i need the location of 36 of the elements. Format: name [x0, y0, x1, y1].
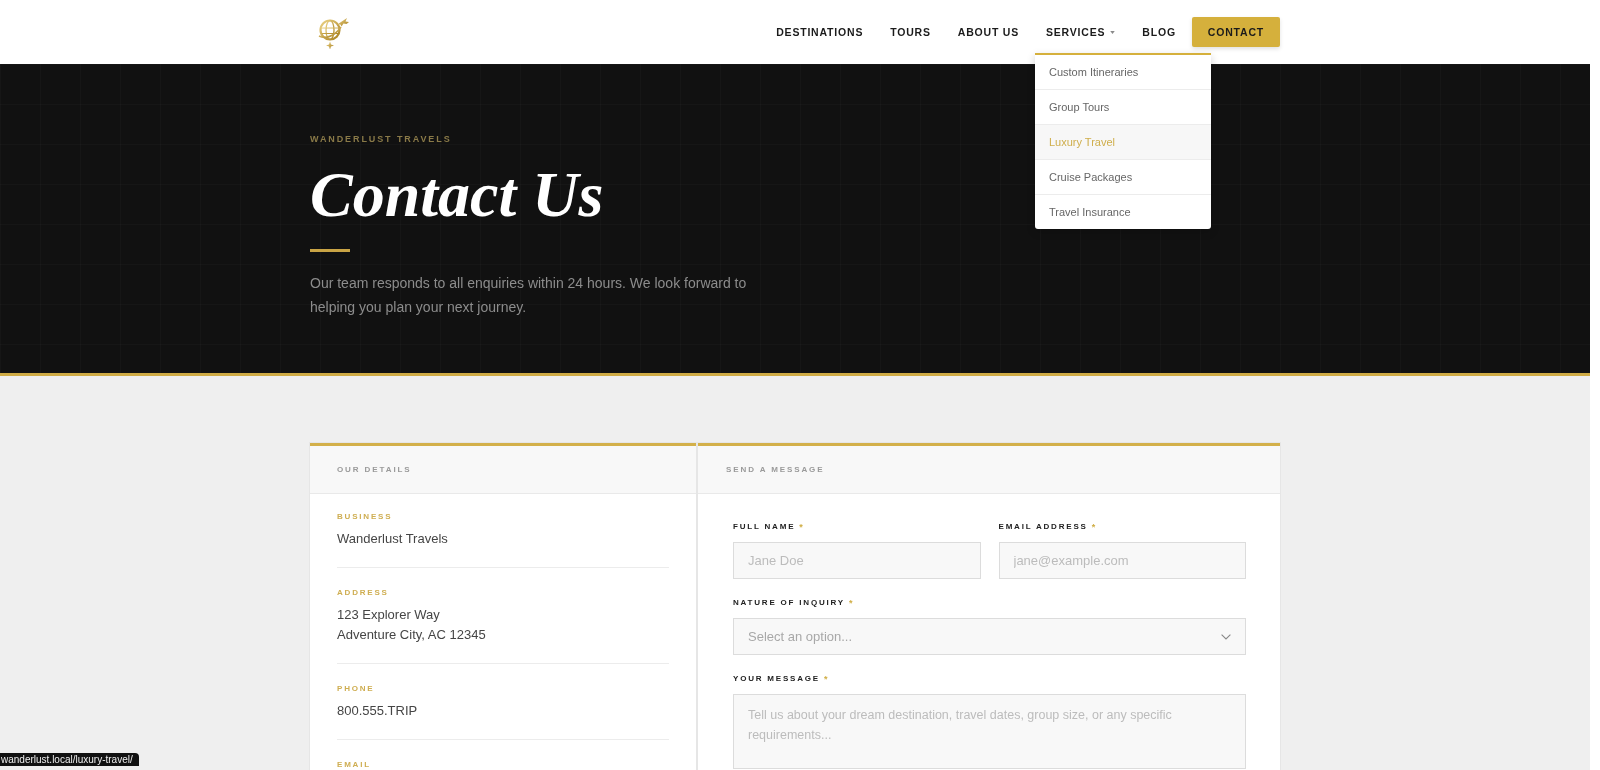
chevron-down-icon	[1221, 633, 1231, 640]
page-title: Contact Us	[310, 159, 604, 231]
hero-intro: Our team responds to all enquiries within 24 hours. We look forward to helping you plan your next journey.	[310, 274, 748, 317]
detail-label: PHONE	[337, 684, 375, 694]
input-field[interactable]: Jane Doe	[733, 542, 981, 579]
nav-link[interactable]: SERVICES	[1046, 17, 1116, 47]
globe-logo[interactable]	[316, 15, 350, 49]
caret-icon	[1110, 30, 1116, 34]
link-url-tooltip: wanderlust.local/luxury-travel/	[0, 753, 139, 766]
detail-value: Adventure City, AC 12345	[337, 626, 486, 644]
field-label: EMAIL ADDRESS	[998, 522, 1088, 532]
card-heading: OUR DETAILS	[337, 465, 412, 474]
field-label: NATURE OF INQUIRY	[733, 598, 845, 608]
detail-label: ADDRESS	[337, 588, 389, 598]
detail-value: 123 Explorer Way	[337, 606, 440, 624]
detail-value: Wanderlust Travels	[337, 530, 448, 548]
nav-link[interactable]: DESTINATIONS	[776, 17, 864, 47]
hero-eyebrow: WANDERLUST TRAVELS	[310, 134, 452, 144]
input-field[interactable]: jane@example.com	[998, 542, 1246, 579]
nav-link[interactable]: BLOG	[1142, 17, 1176, 47]
detail-label: EMAIL	[337, 760, 371, 770]
detail-label: BUSINESS	[337, 512, 393, 522]
nav-link[interactable]: ABOUT US	[957, 17, 1019, 47]
dropdown-item[interactable]: Travel Insurance	[1035, 195, 1211, 229]
field-label: YOUR MESSAGE	[733, 674, 820, 684]
detail-value: 800.555.TRIP	[337, 702, 418, 720]
accent-line	[310, 249, 350, 252]
message-field[interactable]: Tell us about your dream destination, travel dates, group size, or any specific requirements...	[733, 694, 1246, 769]
required-mark: *	[848, 598, 853, 608]
nav-link[interactable]: TOURS	[890, 17, 931, 47]
card-heading: SEND A MESSAGE	[726, 465, 825, 474]
contact-button[interactable]: CONTACT	[1191, 17, 1280, 47]
required-mark: *	[799, 522, 803, 532]
required-mark: *	[823, 674, 828, 684]
field-label: FULL NAME	[733, 522, 796, 532]
required-mark: *	[1091, 522, 1096, 532]
